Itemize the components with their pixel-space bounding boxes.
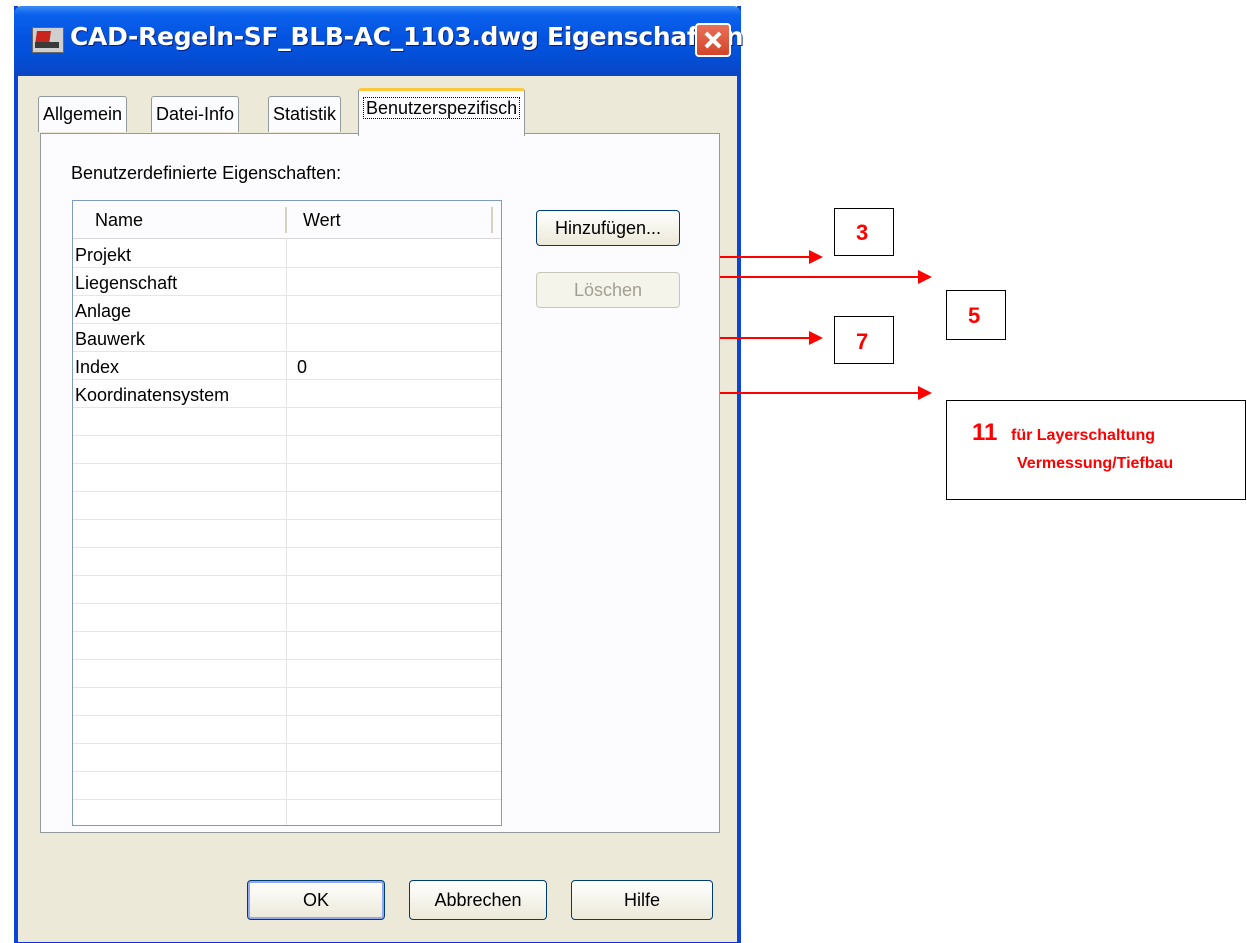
autocad-app-icon (32, 27, 64, 53)
row-gridline (73, 463, 501, 464)
delete-button[interactable]: Löschen (536, 272, 680, 308)
add-button[interactable]: Hinzufügen... (536, 210, 680, 246)
column-header-name[interactable]: Name (95, 201, 143, 239)
column-divider[interactable] (285, 207, 287, 233)
row-name-bauwerk[interactable]: Bauwerk (75, 328, 145, 351)
column-header-wert[interactable]: Wert (303, 201, 341, 239)
annotation-number: 5 (968, 303, 981, 328)
row-gridline (73, 491, 501, 492)
section-label: Benutzerdefinierte Eigenschaften: (71, 163, 342, 183)
row-gridline (73, 603, 501, 604)
row-gridline (73, 435, 501, 436)
properties-dialog: CAD-Regeln-SF_BLB-AC_1103.dwg Eigenschaf… (14, 6, 744, 943)
row-name-index[interactable]: Index (75, 356, 119, 379)
annotation-number: 7 (856, 329, 869, 354)
close-button[interactable] (695, 23, 731, 57)
row-gridline (73, 715, 501, 716)
list-header: Name Wert (73, 201, 501, 239)
row-gridline (73, 267, 501, 268)
annotation-box-11: 11 für Layerschaltung Vermessung/Tiefbau (946, 400, 1246, 500)
tab-label: Datei-Info (156, 104, 235, 124)
annotation-number: 11 (972, 419, 998, 446)
cancel-button[interactable]: Abbrechen (409, 880, 547, 920)
row-gridline (73, 771, 501, 772)
row-gridline (73, 799, 501, 800)
row-gridline (73, 631, 501, 632)
custom-properties-list[interactable]: Name Wert Projekt Liegenschaft Anlage Ba… (72, 200, 502, 826)
window-title: CAD-Regeln-SF_BLB-AC_1103.dwg Eigenschaf… (70, 22, 744, 51)
column-divider[interactable] (491, 207, 493, 233)
annotation-text-line2: Vermessung/Tiefbau (1017, 455, 1174, 472)
tab-label: Benutzerspezifisch (363, 97, 521, 119)
help-button[interactable]: Hilfe (571, 880, 713, 920)
row-gridline (73, 547, 501, 548)
annotation-box-3: 3 (834, 208, 894, 256)
annotation-number: 3 (856, 220, 869, 245)
row-value-index[interactable]: 0 (297, 356, 307, 379)
row-gridline (73, 295, 501, 296)
tab-statistik[interactable]: Statistik (268, 96, 342, 132)
row-name-anlage[interactable]: Anlage (75, 300, 131, 323)
row-gridline (73, 351, 501, 352)
row-gridline (73, 323, 501, 324)
row-gridline (73, 659, 501, 660)
title-bar[interactable]: CAD-Regeln-SF_BLB-AC_1103.dwg Eigenschaf… (14, 6, 744, 76)
annotation-box-5: 5 (946, 290, 1006, 340)
row-gridline (73, 519, 501, 520)
row-name-koordinatensystem[interactable]: Koordinatensystem (75, 384, 229, 407)
annotation-box-7: 7 (834, 316, 894, 364)
row-gridline (73, 575, 501, 576)
row-name-projekt[interactable]: Projekt (75, 244, 131, 267)
ok-button[interactable]: OK (247, 880, 385, 920)
row-gridline (73, 407, 501, 408)
row-gridline (73, 687, 501, 688)
row-name-liegenschaft[interactable]: Liegenschaft (75, 272, 177, 295)
tab-benutzerspezifisch[interactable]: Benutzerspezifisch (358, 88, 526, 136)
annotation-text-line1: für Layerschaltung (1011, 427, 1156, 444)
tab-allgemein[interactable]: Allgemein (38, 96, 128, 132)
column-gridline (286, 239, 287, 825)
tab-label: Allgemein (43, 104, 123, 124)
row-gridline (73, 743, 501, 744)
tab-label: Statistik (273, 104, 337, 124)
tab-panel-benutzerspezifisch: Benutzerdefinierte Eigenschaften: Name W… (40, 133, 720, 833)
tab-datei-info[interactable]: Datei-Info (151, 96, 240, 132)
row-gridline (73, 379, 501, 380)
